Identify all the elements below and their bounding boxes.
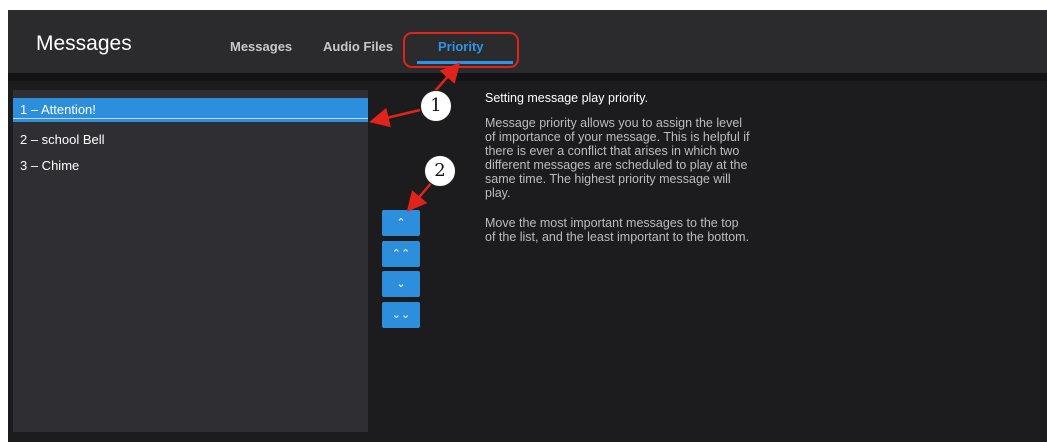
arrow-to-buttons [406, 181, 433, 212]
callout-arrows [369, 62, 461, 212]
arrow-to-list-item [369, 107, 421, 128]
callout-badge-2: 2 [424, 155, 456, 187]
callout-badge-1: 1 [420, 90, 452, 122]
